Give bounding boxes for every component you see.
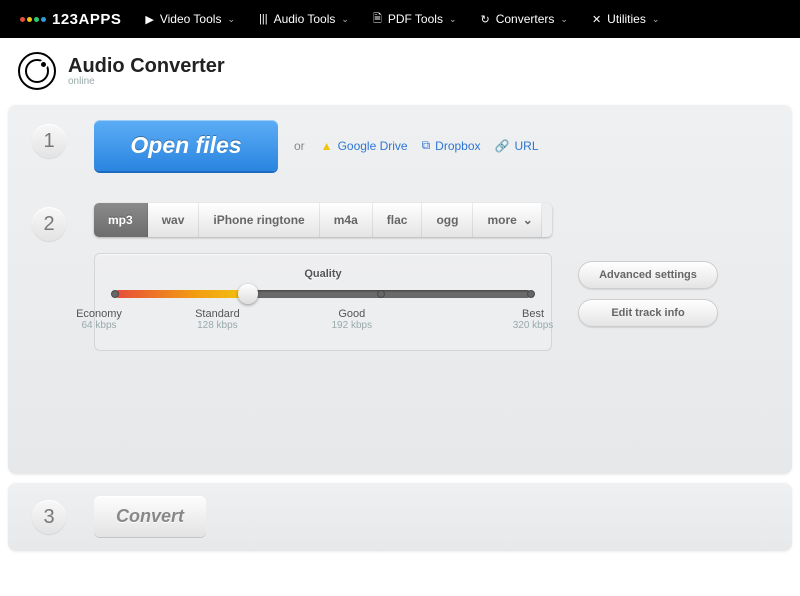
format-tab-iPhone-ringtone[interactable]: iPhone ringtone bbox=[199, 203, 319, 237]
nav-label: Audio Tools bbox=[274, 12, 336, 26]
util-icon: ✕ bbox=[592, 13, 601, 26]
step-2: 2 mp3waviPhone ringtonem4aflacoggmore Qu… bbox=[8, 187, 792, 367]
quality-label-economy: Economy64 kbps bbox=[69, 308, 129, 331]
or-label: or bbox=[294, 139, 305, 153]
step-number: 2 bbox=[32, 207, 66, 241]
source-label: Dropbox bbox=[435, 139, 480, 153]
nav-label: Converters bbox=[496, 12, 555, 26]
nav-util[interactable]: ✕ Utilities ⌄ bbox=[592, 10, 659, 29]
nav-video[interactable]: ▶ Video Tools ⌄ bbox=[145, 10, 235, 29]
page-title: Audio Converter bbox=[68, 55, 225, 78]
chevron-down-icon: ⌄ bbox=[227, 14, 235, 25]
format-tab-flac[interactable]: flac bbox=[373, 203, 423, 237]
main-panel: 1 Open files or ▲ Google Drive ⧉ Dropbox 🔗 UR… bbox=[8, 104, 792, 474]
dropbox-icon: ⧉ bbox=[422, 138, 431, 153]
nav-label: Utilities bbox=[607, 12, 646, 26]
video-icon: ▶ bbox=[145, 13, 153, 26]
open-files-button[interactable]: Open files bbox=[94, 120, 278, 171]
step-3: 3 Convert bbox=[8, 482, 792, 551]
convert-icon: ↻ bbox=[481, 13, 490, 26]
source-link[interactable]: 🔗 URL bbox=[495, 138, 539, 153]
link-icon: 🔗 bbox=[495, 139, 510, 153]
page-header: Audio Converter online bbox=[0, 38, 800, 104]
slider-fill bbox=[115, 290, 248, 298]
brand-logo[interactable]: 123APPS bbox=[20, 11, 121, 28]
step-number: 1 bbox=[32, 124, 66, 158]
chevron-down-icon: ⌄ bbox=[341, 14, 349, 25]
chevron-down-icon: ⌄ bbox=[449, 14, 457, 25]
slider-handle[interactable] bbox=[238, 284, 258, 304]
quality-slider[interactable] bbox=[115, 290, 531, 298]
topbar: 123APPS ▶ Video Tools ⌄ ||| Audio Tools ⌄ 🗎 PDF… bbox=[0, 0, 800, 38]
gdrive-icon: ▲ bbox=[321, 139, 333, 153]
source-label: URL bbox=[514, 139, 538, 153]
nav-convert[interactable]: ↻ Converters ⌄ bbox=[481, 10, 568, 29]
format-tab-wav[interactable]: wav bbox=[148, 203, 200, 237]
source-label: Google Drive bbox=[338, 139, 408, 153]
nav-label: PDF Tools bbox=[388, 12, 443, 26]
step-number: 3 bbox=[32, 500, 66, 534]
edit-track-info-button[interactable]: Edit track info bbox=[578, 299, 718, 327]
convert-button[interactable]: Convert bbox=[94, 496, 206, 537]
format-tab-ogg[interactable]: ogg bbox=[422, 203, 473, 237]
disc-icon bbox=[18, 52, 56, 90]
nav-pdf[interactable]: 🗎 PDF Tools ⌄ bbox=[373, 10, 457, 29]
chevron-down-icon: ⌄ bbox=[560, 14, 568, 25]
step-1: 1 Open files or ▲ Google Drive ⧉ Dropbox 🔗 UR… bbox=[8, 104, 792, 187]
brand-text: 123APPS bbox=[52, 11, 121, 28]
nav-label: Video Tools bbox=[160, 12, 222, 26]
step-3-panel: 3 Convert bbox=[8, 482, 792, 551]
format-tab-more[interactable]: more bbox=[473, 203, 541, 237]
format-tab-m4a[interactable]: m4a bbox=[320, 203, 373, 237]
nav-audio[interactable]: ||| Audio Tools ⌄ bbox=[259, 10, 349, 29]
advanced-settings-button[interactable]: Advanced settings bbox=[578, 261, 718, 289]
quality-label-good: Good192 kbps bbox=[322, 308, 382, 331]
chevron-down-icon: ⌄ bbox=[652, 14, 660, 25]
source-dropbox[interactable]: ⧉ Dropbox bbox=[422, 138, 481, 153]
audio-icon: ||| bbox=[259, 13, 268, 25]
quality-label-best: Best320 kbps bbox=[503, 308, 563, 331]
quality-panel: Quality Economy64 kbpsStandard128 kbpsGo… bbox=[94, 253, 552, 351]
quality-title: Quality bbox=[113, 268, 533, 280]
source-gdrive[interactable]: ▲ Google Drive bbox=[321, 138, 408, 153]
pdf-icon: 🗎 bbox=[373, 10, 382, 29]
format-tab-mp3[interactable]: mp3 bbox=[94, 203, 148, 237]
quality-label-standard: Standard128 kbps bbox=[187, 308, 247, 331]
format-tabs: mp3waviPhone ringtonem4aflacoggmore bbox=[94, 203, 552, 237]
logo-dots-icon bbox=[20, 17, 46, 22]
